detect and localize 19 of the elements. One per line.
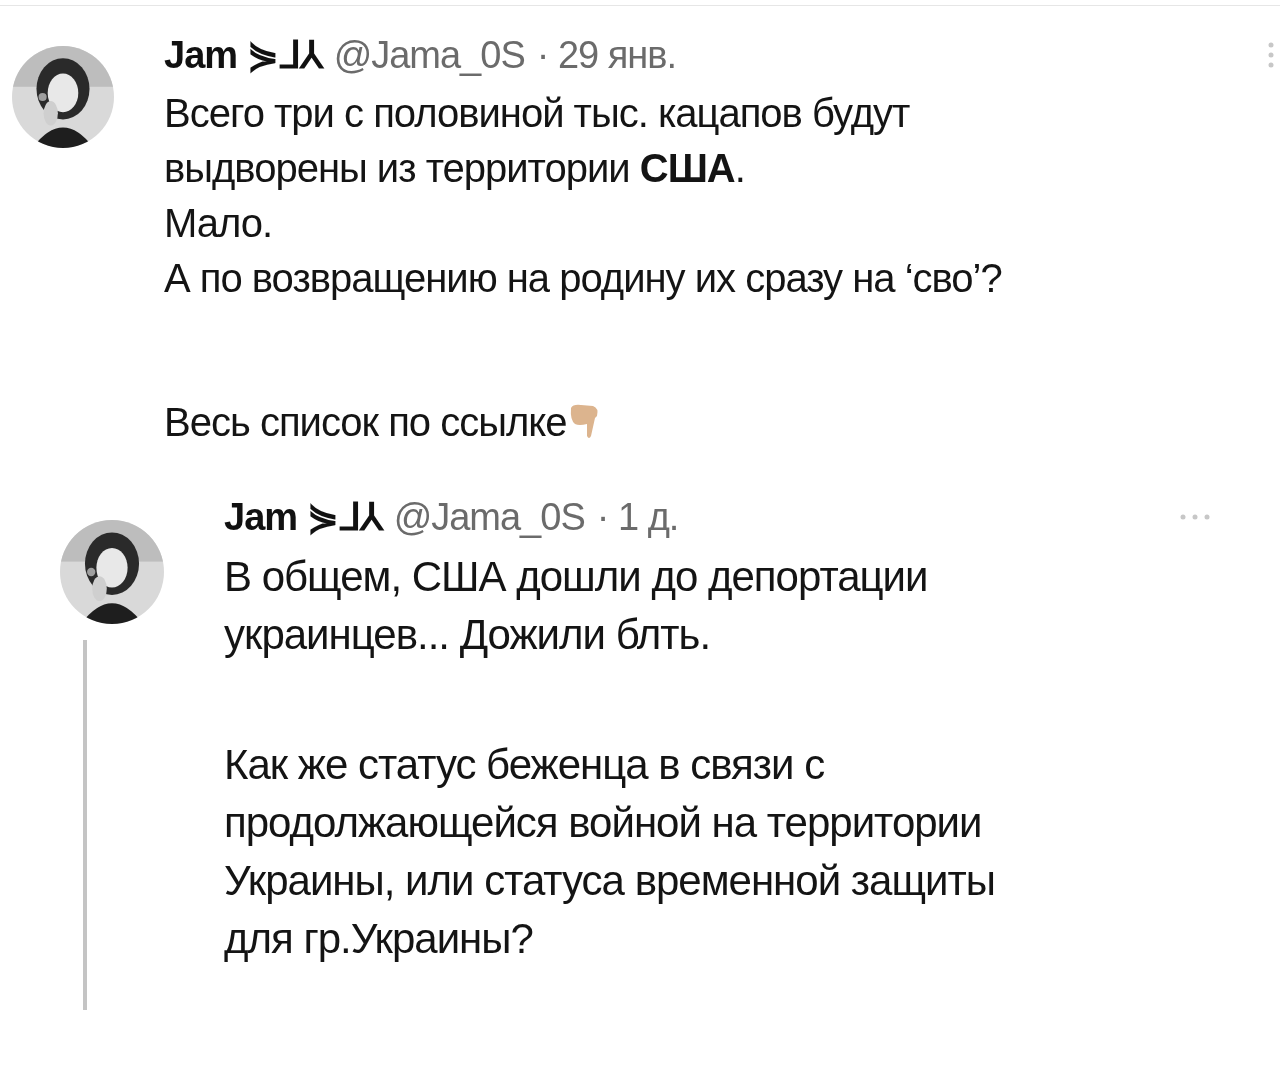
post-time: · 1 д. bbox=[596, 495, 679, 540]
author-name[interactable]: Jam ⋟ᒧ⅄ bbox=[164, 30, 322, 80]
more-options-icon[interactable] bbox=[1180, 514, 1210, 520]
tweet-text-line: Весь список по ссылке bbox=[164, 400, 567, 444]
tweet-text-line: украинцев... Дожили блть. bbox=[224, 611, 711, 658]
tweet-text-line: Мало. bbox=[164, 201, 273, 245]
tweet-text-line: В общем, США дошли до депортации bbox=[224, 553, 928, 600]
tweet-text-line: Как же статус беженца в связи с bbox=[224, 741, 825, 788]
author-handle[interactable]: @Jama_0S bbox=[333, 30, 525, 80]
tweet-text-line: для гр.Украины? bbox=[224, 915, 533, 962]
more-options-icon[interactable] bbox=[1268, 42, 1274, 68]
tweet-text-line: выдворены из территории США. bbox=[164, 146, 745, 190]
author-handle[interactable]: @Jama_0S bbox=[393, 492, 585, 542]
tweet-text-line: Украины, или статуса временной защиты bbox=[224, 857, 995, 904]
tweet-text-line: продолжающейся войной на территории bbox=[224, 799, 982, 846]
tweet-text-line: Всего три с половиной тыс. кацапов будут bbox=[164, 91, 910, 135]
tweet-text-line: А по возвращению на родину их сразу на ‘сво’? bbox=[164, 256, 1002, 300]
post-time: · 29 янв. bbox=[536, 33, 677, 78]
author-name[interactable]: Jam ⋟ᒧ⅄ bbox=[224, 492, 382, 542]
